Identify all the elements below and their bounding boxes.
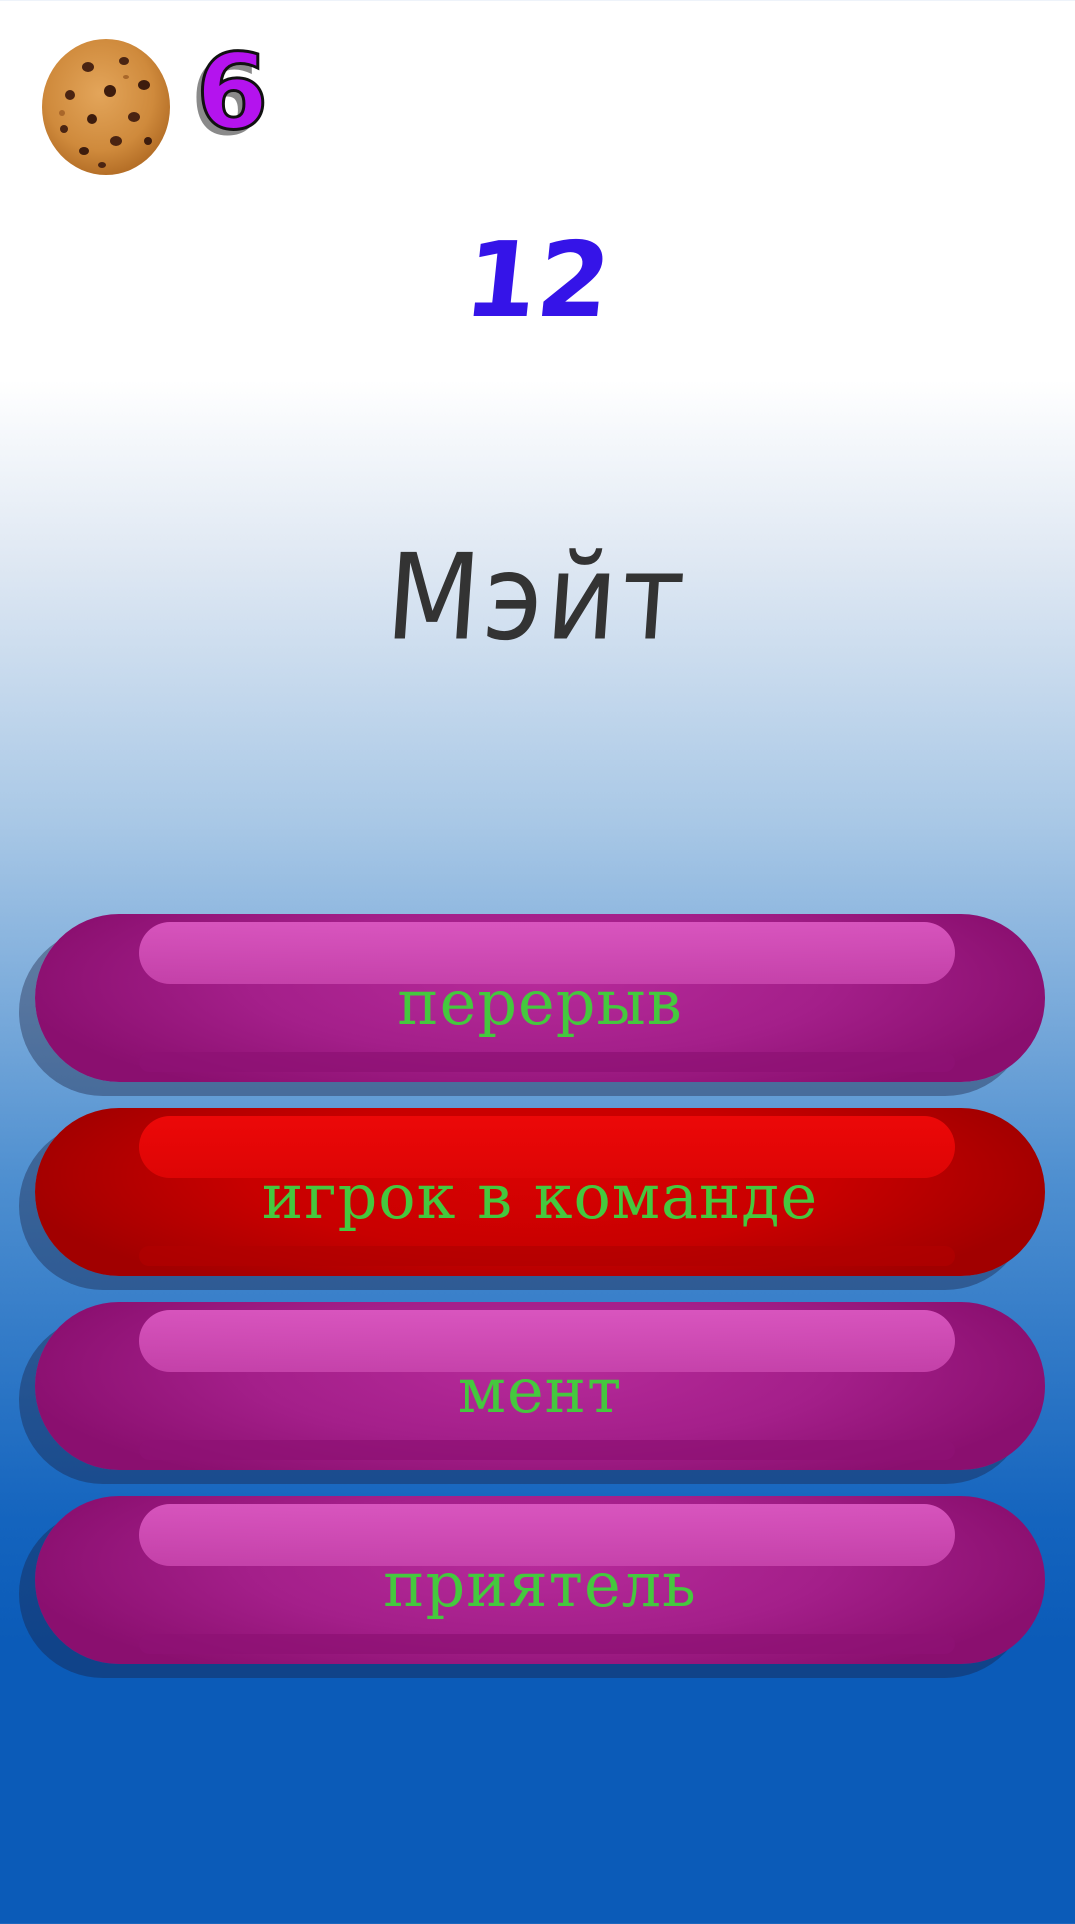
answer-button-highlighted[interactable]: игрок в команде (35, 1108, 1045, 1276)
hud: 6 (40, 31, 270, 178)
answer-label: перерыв (397, 965, 683, 1039)
cookie-count: 6 (194, 31, 269, 153)
answer-label: игрок в команде (261, 1159, 819, 1233)
answer-label: приятель (383, 1547, 697, 1621)
cookie-icon (40, 37, 172, 177)
timer: 12 (458, 219, 617, 341)
answer-button[interactable]: перерыв (35, 914, 1045, 1082)
question-word: Мэйт (381, 529, 694, 668)
answer-button[interactable]: приятель (35, 1496, 1045, 1664)
answer-button[interactable]: мент (35, 1302, 1045, 1470)
answer-list: перерыв игрок в команде мент приятель (35, 914, 1050, 1690)
answer-label: мент (457, 1353, 623, 1427)
